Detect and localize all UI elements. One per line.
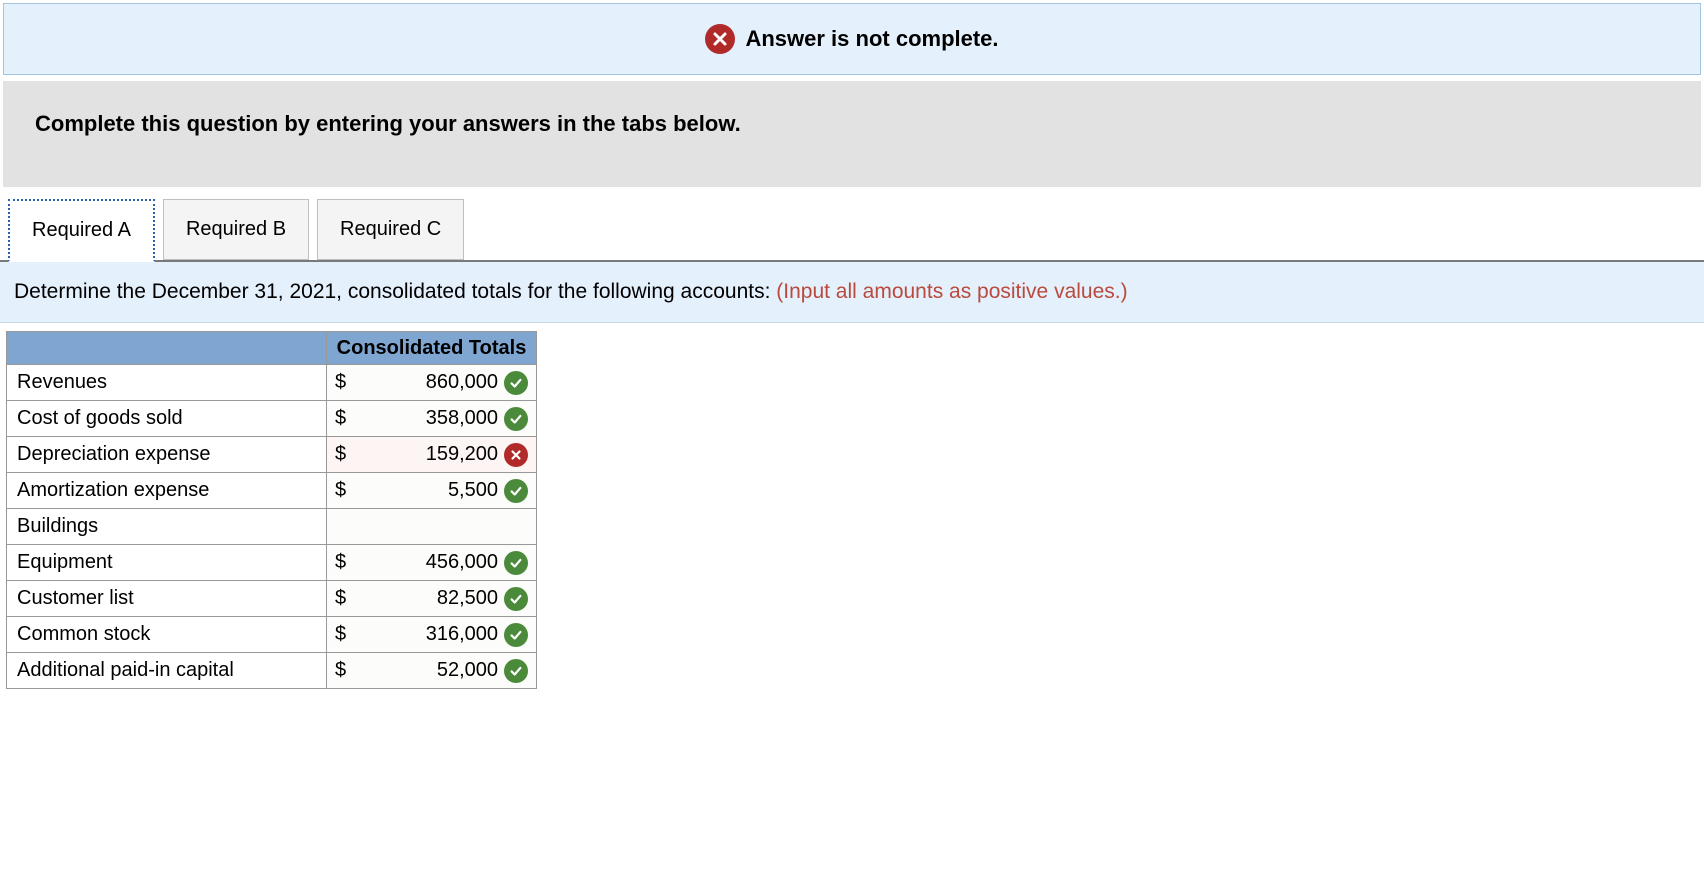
currency-symbol: $	[335, 587, 346, 610]
check-circle-icon	[504, 587, 528, 611]
tab-required-a[interactable]: Required A	[8, 199, 155, 262]
table-row: Revenues$860,000	[7, 365, 537, 401]
check-circle-icon	[504, 371, 528, 395]
instruction-text: Complete this question by entering your …	[35, 111, 741, 136]
table-row: Buildings	[7, 509, 537, 545]
row-value-cell[interactable]: $82,500	[327, 581, 537, 617]
row-value-cell[interactable]: $159,200	[327, 437, 537, 473]
row-label: Cost of goods sold	[7, 401, 327, 437]
amount-value: 159,200	[352, 443, 498, 466]
row-value-cell[interactable]: $358,000	[327, 401, 537, 437]
row-value-cell[interactable]: $316,000	[327, 617, 537, 653]
row-value-cell[interactable]: $860,000	[327, 365, 537, 401]
amount-value: 5,500	[352, 479, 498, 502]
currency-symbol: $	[335, 551, 346, 574]
answer-table: Consolidated Totals Revenues$860,000Cost…	[6, 331, 537, 689]
amount-value: 456,000	[352, 551, 498, 574]
table-row: Equipment$456,000	[7, 545, 537, 581]
x-circle-icon	[504, 443, 528, 467]
row-label: Equipment	[7, 545, 327, 581]
check-circle-icon	[504, 623, 528, 647]
prompt-bar: Determine the December 31, 2021, consoli…	[0, 262, 1704, 323]
row-label: Amortization expense	[7, 473, 327, 509]
prompt-hint: (Input all amounts as positive values.)	[776, 280, 1127, 303]
table-row: Common stock$316,000	[7, 617, 537, 653]
check-circle-icon	[504, 659, 528, 683]
row-value-cell[interactable]: $5,500	[327, 473, 537, 509]
status-bar: Answer is not complete.	[3, 3, 1701, 75]
row-value-cell[interactable]: $456,000	[327, 545, 537, 581]
row-value-cell[interactable]: $52,000	[327, 653, 537, 689]
currency-symbol: $	[335, 443, 346, 466]
row-value-cell[interactable]	[327, 509, 537, 545]
status-message: Answer is not complete.	[745, 26, 998, 52]
table-row: Depreciation expense$159,200	[7, 437, 537, 473]
row-label: Additional paid-in capital	[7, 653, 327, 689]
row-label: Common stock	[7, 617, 327, 653]
amount-value: 358,000	[352, 407, 498, 430]
currency-symbol: $	[335, 371, 346, 394]
table-row: Cost of goods sold$358,000	[7, 401, 537, 437]
amount-value: 52,000	[352, 659, 498, 682]
row-label: Revenues	[7, 365, 327, 401]
currency-symbol: $	[335, 623, 346, 646]
amount-value: 860,000	[352, 371, 498, 394]
table-header-blank	[7, 332, 327, 365]
currency-symbol: $	[335, 479, 346, 502]
table-row: Customer list$82,500	[7, 581, 537, 617]
instruction-bar: Complete this question by entering your …	[3, 81, 1701, 187]
table-header-totals: Consolidated Totals	[327, 332, 537, 365]
row-label: Buildings	[7, 509, 327, 545]
x-circle-icon	[705, 24, 735, 54]
prompt-text: Determine the December 31, 2021, consoli…	[14, 280, 776, 303]
check-circle-icon	[504, 551, 528, 575]
currency-symbol: $	[335, 407, 346, 430]
amount-value: 82,500	[352, 587, 498, 610]
tab-required-b[interactable]: Required B	[163, 199, 309, 260]
table-row: Amortization expense$5,500	[7, 473, 537, 509]
table-row: Additional paid-in capital$52,000	[7, 653, 537, 689]
check-circle-icon	[504, 407, 528, 431]
row-label: Depreciation expense	[7, 437, 327, 473]
row-label: Customer list	[7, 581, 327, 617]
tabs-container: Required ARequired BRequired C	[0, 187, 1704, 262]
currency-symbol: $	[335, 659, 346, 682]
amount-value: 316,000	[352, 623, 498, 646]
tab-required-c[interactable]: Required C	[317, 199, 464, 260]
check-circle-icon	[504, 479, 528, 503]
